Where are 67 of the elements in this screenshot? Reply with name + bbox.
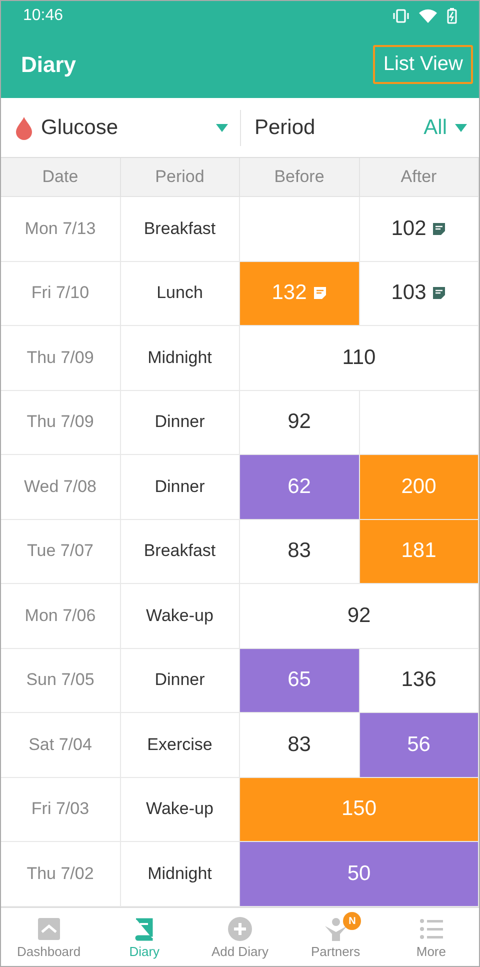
notification-badge: N <box>343 912 362 930</box>
period-cell: Midnight <box>120 842 240 906</box>
period-cell: Exercise <box>120 713 240 778</box>
date-cell: Mon 7/13 <box>1 197 120 262</box>
reading-cell[interactable]: 200 <box>360 455 479 520</box>
reading-cell[interactable]: 110 <box>240 326 479 390</box>
period-cell: Dinner <box>120 390 240 455</box>
period-value: All <box>424 116 447 140</box>
note-icon <box>312 286 327 300</box>
period-cell: Wake-up <box>120 584 240 648</box>
nav-tab[interactable]: Add Diary <box>192 908 288 966</box>
period-cell: Wake-up <box>120 778 240 842</box>
caret-icon <box>455 124 467 132</box>
date-cell: Fri 7/10 <box>1 262 120 326</box>
list-view-button[interactable]: List View <box>373 45 473 84</box>
period-label: Period <box>254 116 316 140</box>
chart-icon <box>36 916 62 942</box>
period-cell: Breakfast <box>120 197 240 262</box>
reading-cell[interactable]: 150 <box>240 778 479 842</box>
reading-cell[interactable]: 102 <box>360 197 479 262</box>
note-icon <box>432 286 446 300</box>
column-header: Before <box>240 158 360 197</box>
period-dropdown[interactable]: Period All <box>240 110 479 146</box>
caret-icon <box>216 124 228 132</box>
period-cell: Lunch <box>120 262 240 326</box>
column-header: Period <box>120 158 240 197</box>
nav-tab[interactable]: Diary <box>96 908 192 966</box>
date-cell: Fri 7/03 <box>1 778 120 842</box>
reading-cell[interactable]: 83 <box>240 520 360 584</box>
reading-cell[interactable]: 132 <box>240 262 360 326</box>
measure-label: Glucose <box>41 116 118 140</box>
vibrate-icon <box>393 9 409 23</box>
drop-icon <box>15 116 33 140</box>
reading-cell[interactable]: 65 <box>240 648 360 713</box>
column-header: After <box>360 158 479 197</box>
nav-tab[interactable]: More <box>383 908 479 966</box>
battery-icon <box>447 8 457 24</box>
page-title: Diary <box>21 52 76 78</box>
wifi-icon <box>419 9 437 23</box>
date-cell: Sat 7/04 <box>1 713 120 778</box>
date-cell: Tue 7/07 <box>1 520 120 584</box>
measure-dropdown[interactable]: Glucose <box>1 110 240 146</box>
period-cell: Dinner <box>120 648 240 713</box>
date-cell: Thu 7/02 <box>1 842 120 906</box>
date-cell: Mon 7/06 <box>1 584 120 648</box>
nav-tab[interactable]: N Partners <box>288 908 384 966</box>
date-cell: Wed 7/08 <box>1 455 120 520</box>
reading-cell[interactable]: 103 <box>360 262 479 326</box>
reading-cell[interactable]: 83 <box>240 713 360 778</box>
reading-cell[interactable]: 62 <box>240 455 360 520</box>
reading-cell[interactable]: 181 <box>360 520 479 584</box>
reading-cell[interactable]: 92 <box>240 390 360 455</box>
column-header: Date <box>1 158 120 197</box>
status-time: 10:46 <box>23 7 64 25</box>
plus-icon <box>226 916 253 942</box>
reading-cell[interactable]: 56 <box>360 713 479 778</box>
period-cell: Midnight <box>120 326 240 390</box>
period-cell: Breakfast <box>120 520 240 584</box>
date-cell: Thu 7/09 <box>1 390 120 455</box>
reading-cell[interactable]: 92 <box>240 584 479 648</box>
note-icon <box>432 222 446 236</box>
reading-cell[interactable]: 50 <box>240 842 479 906</box>
period-cell: Dinner <box>120 455 240 520</box>
date-cell: Thu 7/09 <box>1 326 120 390</box>
reading-cell[interactable]: 136 <box>360 648 479 713</box>
nav-tab[interactable]: Dashboard <box>1 908 97 966</box>
date-cell: Sun 7/05 <box>1 648 120 713</box>
